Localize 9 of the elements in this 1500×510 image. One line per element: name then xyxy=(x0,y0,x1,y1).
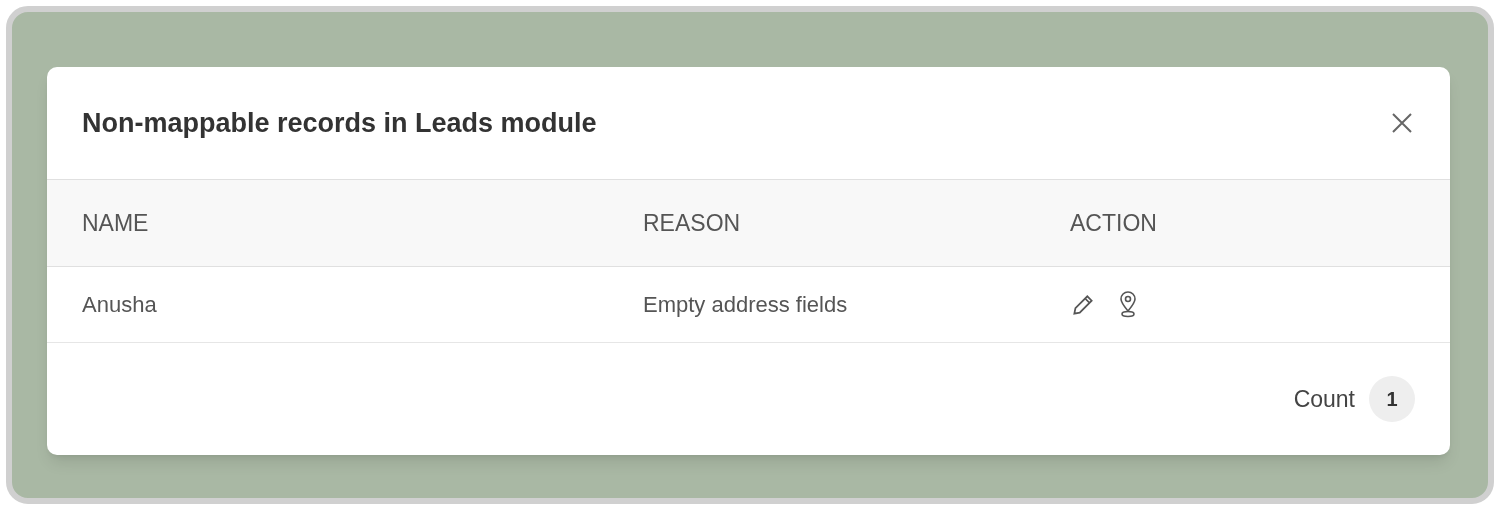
table-cell-text: Empty address fields xyxy=(643,291,849,319)
table-cell-text: Anusha xyxy=(82,291,158,319)
close-icon xyxy=(1390,111,1414,135)
count-badge: 1 xyxy=(1369,376,1415,422)
column-header: NAME xyxy=(82,208,150,238)
column-header: ACTION xyxy=(1070,208,1157,238)
dialog-title: Non-mappable records in Leads module xyxy=(82,106,597,140)
count-label: Count xyxy=(1293,384,1355,414)
column-header: REASON xyxy=(643,208,742,238)
